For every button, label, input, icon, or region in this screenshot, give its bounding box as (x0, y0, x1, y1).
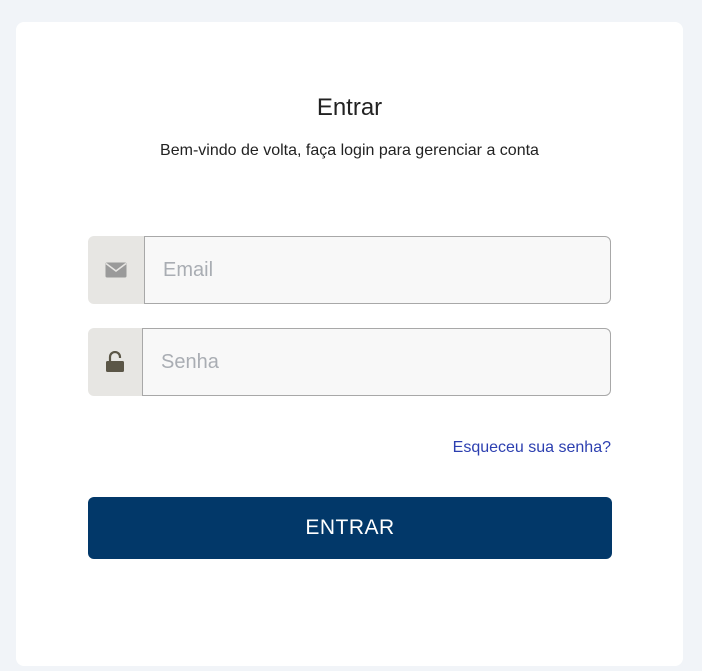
email-field[interactable] (144, 236, 611, 304)
email-addon (88, 236, 144, 304)
login-card: Entrar Bem-vindo de volta, faça login pa… (16, 22, 683, 666)
page-title: Entrar (316, 94, 383, 121)
envelope-icon (105, 262, 127, 278)
login-button[interactable]: ENTRAR (88, 497, 612, 559)
password-field[interactable] (142, 328, 611, 396)
forgot-password-link[interactable]: Esqueceu sua senha? (453, 439, 611, 457)
password-addon (88, 328, 142, 396)
unlocked-padlock-icon (106, 351, 124, 372)
page-subtitle: Bem-vindo de volta, faça login para gere… (160, 142, 539, 159)
password-input-group (88, 328, 611, 396)
email-input-group (88, 236, 611, 304)
